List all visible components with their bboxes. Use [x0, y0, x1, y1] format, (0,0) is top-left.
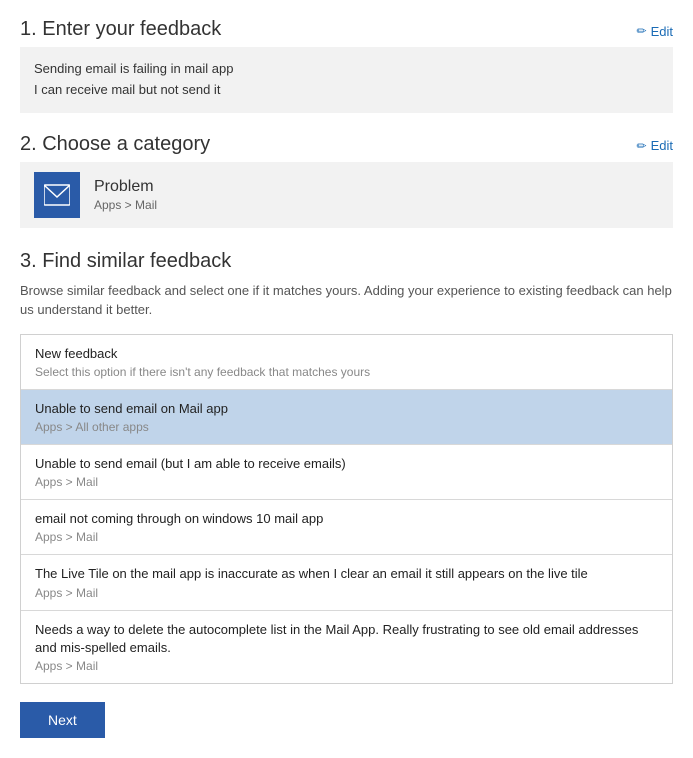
feedback-item-4-title: The Live Tile on the mail app is inaccur…: [35, 565, 658, 583]
feedback-item-3[interactable]: email not coming through on windows 10 m…: [21, 500, 672, 555]
feedback-item-new-title: New feedback: [35, 345, 658, 363]
step1-edit-label: Edit: [651, 24, 673, 39]
category-info: Problem Apps > Mail: [94, 178, 157, 212]
category-mail-icon: [34, 172, 80, 218]
edit1-icon: ✏: [637, 24, 647, 38]
step1-header: 1. Enter your feedback ✏ Edit: [20, 18, 673, 41]
feedback-item-2[interactable]: Unable to send email (but I am able to r…: [21, 445, 672, 500]
feedback-item-1-path: Apps > All other apps: [35, 420, 658, 434]
feedback-item-5-title: Needs a way to delete the autocomplete l…: [35, 621, 658, 657]
feedback-item-3-title: email not coming through on windows 10 m…: [35, 510, 658, 528]
step3-title: 3. Find similar feedback: [20, 250, 673, 273]
feedback-item-5[interactable]: Needs a way to delete the autocomplete l…: [21, 611, 672, 683]
step3-description: Browse similar feedback and select one i…: [20, 281, 673, 320]
step1-title: 1. Enter your feedback: [20, 18, 221, 41]
feedback-item-2-path: Apps > Mail: [35, 475, 658, 489]
category-path: Apps > Mail: [94, 198, 157, 212]
feedback-line-2: I can receive mail but not send it: [34, 80, 659, 101]
category-box: Problem Apps > Mail: [20, 162, 673, 228]
feedback-item-4-path: Apps > Mail: [35, 586, 658, 600]
feedback-item-1[interactable]: Unable to send email on Mail app Apps > …: [21, 390, 672, 445]
step1-edit-link[interactable]: ✏ Edit: [637, 24, 673, 39]
step2-header: 2. Choose a category ✏ Edit: [20, 133, 673, 156]
step2-title: 2. Choose a category: [20, 133, 210, 156]
feedback-item-5-path: Apps > Mail: [35, 659, 658, 673]
feedback-item-4[interactable]: The Live Tile on the mail app is inaccur…: [21, 555, 672, 610]
feedback-item-1-title: Unable to send email on Mail app: [35, 400, 658, 418]
step2-edit-link[interactable]: ✏ Edit: [637, 138, 673, 153]
feedback-item-new[interactable]: New feedback Select this option if there…: [21, 335, 672, 390]
next-button[interactable]: Next: [20, 702, 105, 738]
step2-edit-label: Edit: [651, 138, 673, 153]
feedback-item-2-title: Unable to send email (but I am able to r…: [35, 455, 658, 473]
step1-feedback-box: Sending email is failing in mail app I c…: [20, 47, 673, 113]
edit2-icon: ✏: [637, 139, 647, 153]
feedback-list: New feedback Select this option if there…: [20, 334, 673, 684]
feedback-item-3-path: Apps > Mail: [35, 530, 658, 544]
step3-section: 3. Find similar feedback Browse similar …: [20, 250, 673, 684]
feedback-item-new-subtitle: Select this option if there isn't any fe…: [35, 365, 658, 379]
feedback-line-1: Sending email is failing in mail app: [34, 59, 659, 80]
category-name: Problem: [94, 178, 157, 196]
